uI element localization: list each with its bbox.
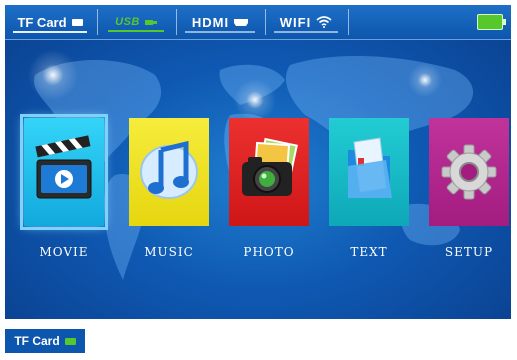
gear-icon	[441, 144, 497, 200]
source-badge: TF Card	[5, 329, 85, 353]
menu-label-music: MUSIC	[144, 245, 194, 259]
menu-item-movie[interactable]	[20, 114, 108, 230]
tab-hdmi[interactable]: HDMI	[177, 5, 263, 39]
menu-label-text: TEXT	[350, 245, 388, 259]
menu-item-photo[interactable]	[229, 118, 309, 226]
home-screen: TF Card USB HDMI WIFI MOVIE MUSIC PHOTO …	[5, 5, 511, 319]
tab-usb[interactable]: USB	[98, 5, 174, 39]
menu-label-setup: SETUP	[444, 245, 494, 259]
status-bar: TF Card USB HDMI WIFI	[5, 5, 511, 40]
menu-item-setup[interactable]	[429, 118, 509, 226]
tab-label: USB	[115, 16, 140, 28]
hdmi-connector-icon	[234, 18, 249, 26]
usb-plug-icon	[144, 19, 157, 25]
tab-wifi[interactable]: WIFI	[266, 5, 346, 39]
tab-tf-card[interactable]: TF Card	[5, 5, 95, 39]
usb-underline	[108, 30, 164, 32]
document-folder-icon	[348, 137, 392, 198]
tab-underline	[185, 31, 255, 33]
clapperboard-icon	[35, 135, 92, 199]
menu-label-photo: PHOTO	[243, 245, 295, 259]
source-badge-label: TF Card	[14, 334, 60, 348]
sd-card-icon	[64, 337, 76, 345]
light-flare	[405, 60, 445, 100]
menu-item-text[interactable]	[329, 118, 409, 226]
battery-icon	[477, 14, 506, 30]
menu-item-music[interactable]	[129, 118, 209, 226]
sd-card-icon	[71, 18, 83, 26]
light-flare	[23, 45, 83, 105]
active-tab-underline	[13, 31, 87, 33]
tab-label: TF Card	[17, 14, 67, 30]
music-note-icon	[140, 140, 198, 199]
menu-label-movie: MOVIE	[39, 245, 89, 259]
camera-icon	[242, 137, 298, 196]
tab-underline	[274, 31, 338, 33]
wifi-icon	[316, 16, 332, 28]
tab-label: HDMI	[191, 14, 230, 30]
tab-label: WIFI	[279, 14, 312, 30]
